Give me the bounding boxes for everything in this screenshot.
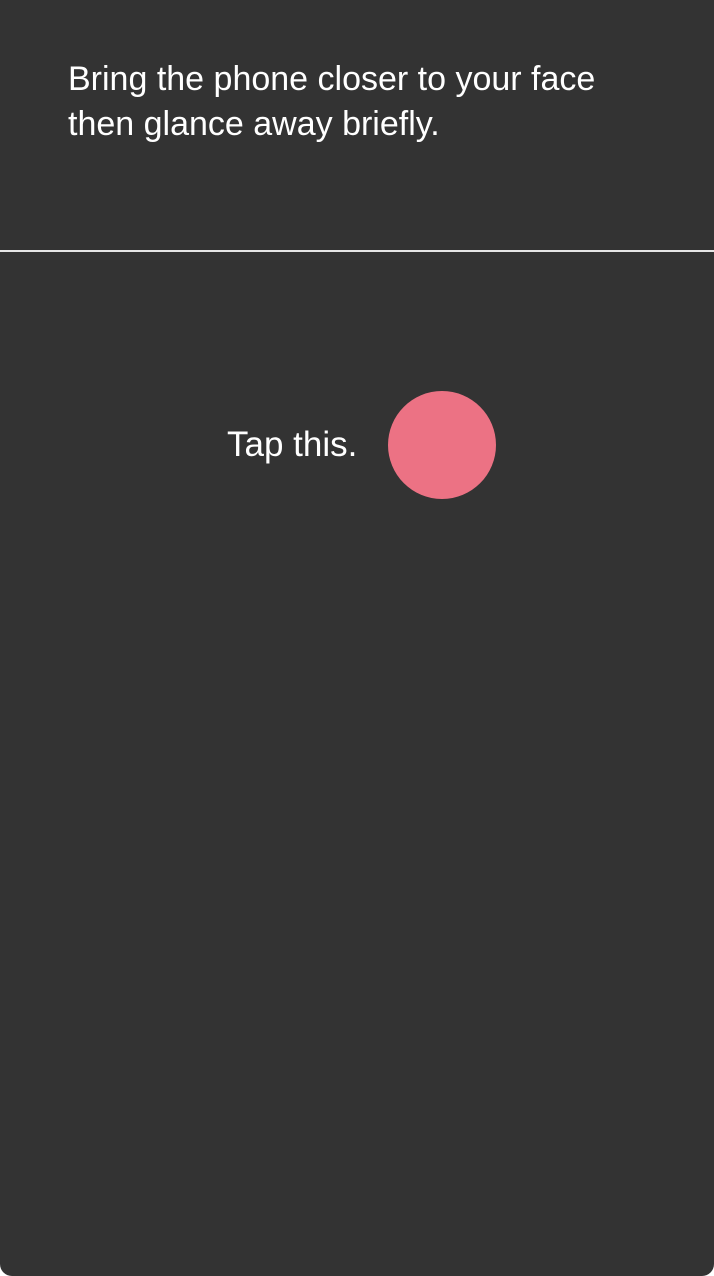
instruction-text: Bring the phone closer to your face then… — [68, 60, 596, 143]
tap-target-circle[interactable] — [388, 391, 496, 499]
instruction-panel: Bring the phone closer to your face then… — [0, 0, 714, 252]
app-screen: Bring the phone closer to your face then… — [0, 0, 714, 1276]
tap-prompt-label: Tap this. — [227, 425, 358, 464]
